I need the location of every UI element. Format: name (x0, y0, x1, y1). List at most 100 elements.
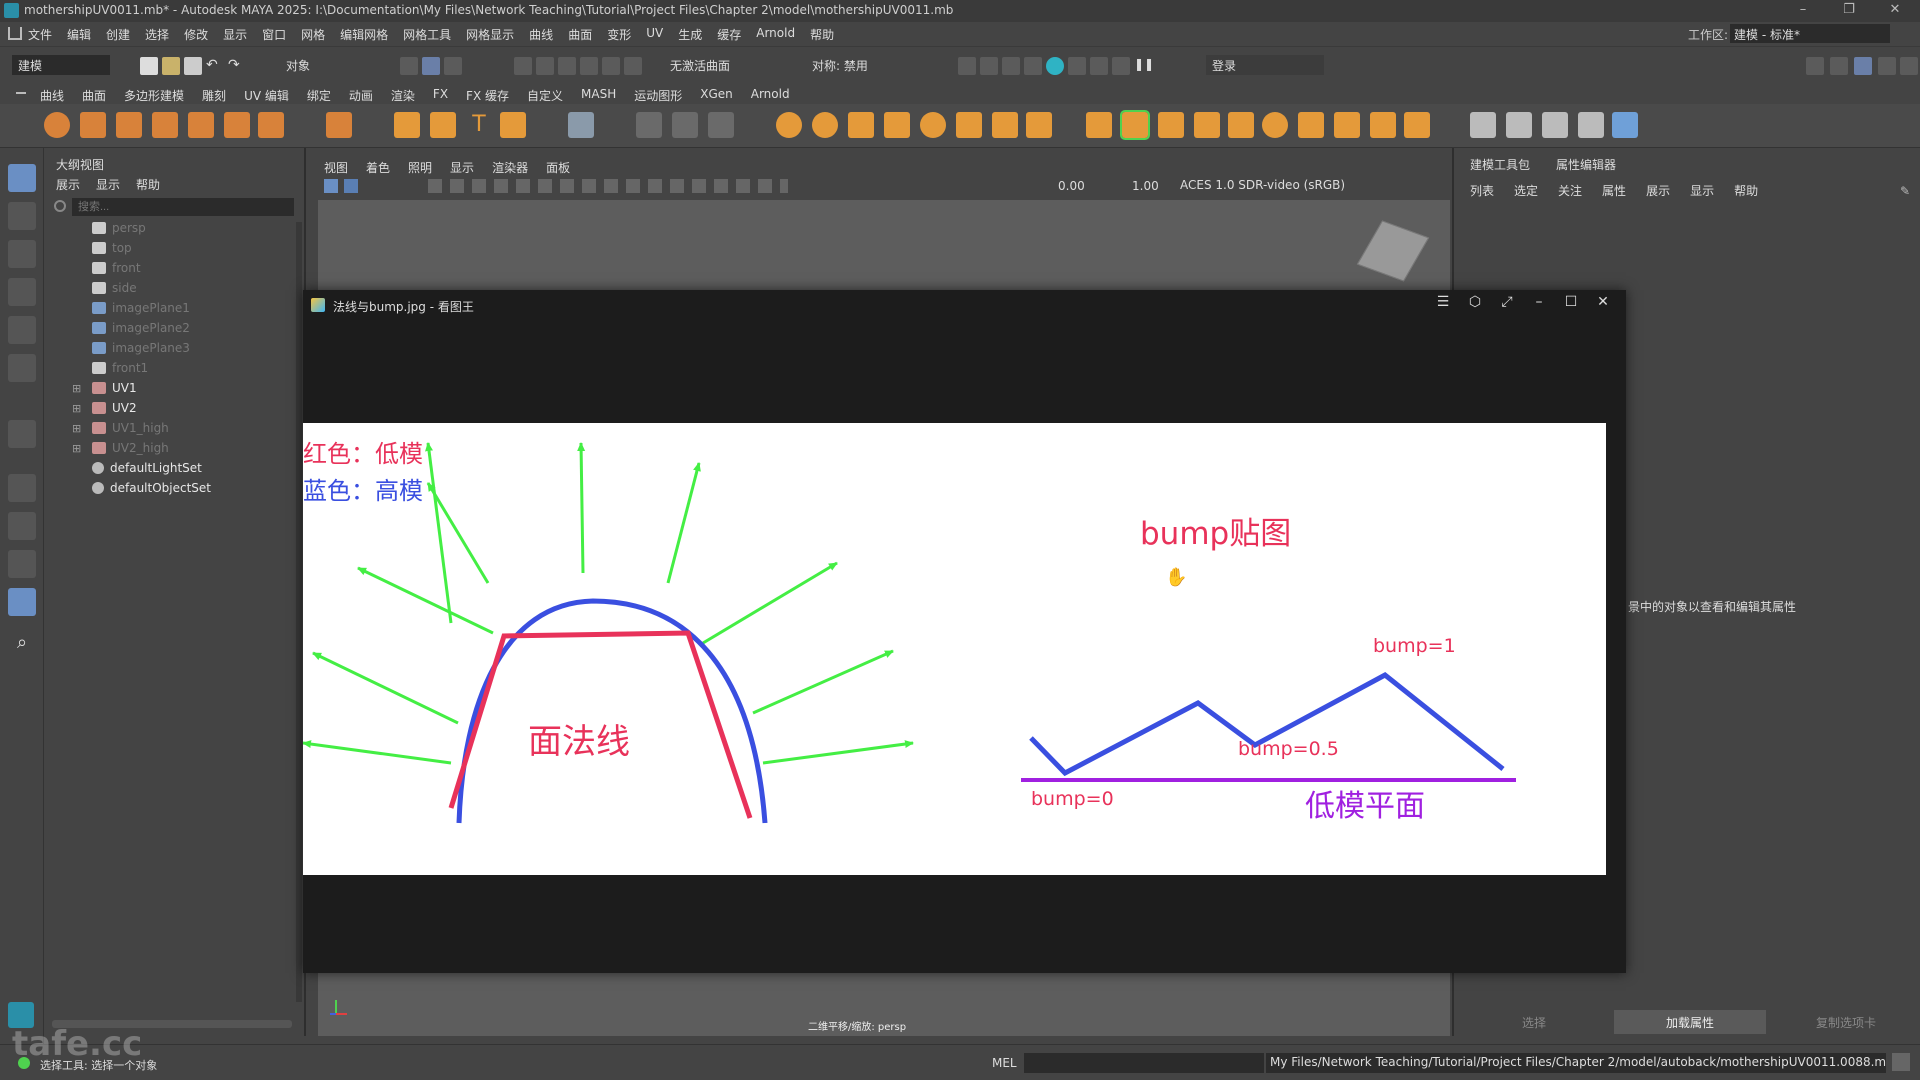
expand-icon[interactable]: ⊞ (72, 422, 84, 435)
outliner-item[interactable]: ⊞ UV2 (44, 398, 294, 418)
outliner-menu-item-2[interactable]: 帮助 (136, 176, 160, 193)
expand-icon[interactable]: ⊞ (72, 382, 84, 395)
tool-settings-icon[interactable] (1878, 57, 1896, 75)
target-weld-icon[interactable] (1262, 112, 1288, 138)
outliner-item[interactable]: ⊞ UV2_high (44, 438, 294, 458)
outliner-item[interactable]: front1 (44, 358, 294, 378)
uv-planar-icon[interactable] (1506, 112, 1532, 138)
scale-tool-icon[interactable] (8, 354, 36, 382)
arnold-render-icon[interactable] (1068, 57, 1086, 75)
camera-select-icon[interactable] (324, 179, 338, 193)
menu-item-9[interactable]: 网格工具 (403, 26, 451, 43)
menu-item-17[interactable]: Arnold (756, 26, 795, 43)
menu-item-2[interactable]: 创建 (106, 26, 130, 43)
snap-vertex-icon[interactable] (624, 57, 642, 75)
viewer-maximize-button[interactable]: ☐ (1558, 294, 1584, 316)
last-tool-icon[interactable] (8, 420, 36, 448)
move-tool-icon[interactable] (8, 278, 36, 306)
outliner-menu-item-1[interactable]: 显示 (96, 176, 120, 193)
outliner-item[interactable]: top (44, 238, 294, 258)
shelf-tab-6[interactable]: 动画 (349, 87, 373, 104)
snap-view-icon[interactable] (580, 57, 598, 75)
menu-item-16[interactable]: 缓存 (717, 26, 741, 43)
render-current-icon[interactable] (980, 57, 998, 75)
attribute-panel-tab-1[interactable]: 属性编辑器 (1556, 156, 1616, 173)
copy-tab-button[interactable]: 复制选项卡 (1770, 1010, 1920, 1034)
ipr-render-icon[interactable] (1002, 57, 1020, 75)
view-cube-icon[interactable] (1356, 220, 1430, 282)
menu-item-10[interactable]: 网格显示 (466, 26, 514, 43)
attribute-panel-menu-item-6[interactable]: 帮助 (1734, 182, 1758, 199)
measure-icon[interactable] (636, 112, 662, 138)
render-view-icon[interactable] (958, 57, 976, 75)
viewer-fullscreen-icon[interactable]: ⤢ (1494, 294, 1520, 316)
load-attributes-button[interactable]: 加载属性 (1614, 1010, 1766, 1034)
extrude-icon[interactable] (1086, 112, 1112, 138)
shelf-tab-11[interactable]: MASH (581, 87, 616, 104)
poly-sphere-icon[interactable] (44, 112, 70, 138)
mel-label[interactable]: MEL (992, 1056, 1017, 1070)
shelf-tab-12[interactable]: 运动图形 (634, 87, 682, 104)
outliner-search-input[interactable] (72, 198, 294, 216)
outliner-item[interactable]: ⊞ UV1 (44, 378, 294, 398)
live-surface-field[interactable]: 无激活曲面 (664, 55, 774, 75)
platonic-solid-icon[interactable] (326, 112, 352, 138)
shelf-tab-2[interactable]: 多边形建模 (124, 87, 184, 104)
shelf-tab-3[interactable]: 雕刻 (202, 87, 226, 104)
attribute-panel-menu-item-5[interactable]: 显示 (1690, 182, 1714, 199)
shelf-tab-1[interactable]: 曲面 (82, 87, 106, 104)
outliner-scrollbar[interactable] (296, 222, 302, 1002)
poly-plane-icon[interactable] (224, 112, 250, 138)
snap-curve-icon[interactable] (536, 57, 554, 75)
menu-item-8[interactable]: 编辑网格 (340, 26, 388, 43)
restore-button[interactable]: ❐ (1834, 2, 1864, 20)
quad-draw-icon[interactable] (1334, 112, 1360, 138)
menu-item-13[interactable]: 变形 (607, 26, 631, 43)
type-tool-icon[interactable]: T (466, 112, 492, 138)
render-settings-icon[interactable] (1024, 57, 1042, 75)
menu-item-18[interactable]: 帮助 (810, 26, 834, 43)
login-button[interactable]: 登录 (1206, 55, 1324, 75)
smooth-icon[interactable] (848, 112, 874, 138)
mash-network-icon[interactable] (568, 112, 594, 138)
pin-icon[interactable]: ✎ (1900, 184, 1910, 198)
save-scene-icon[interactable] (184, 57, 202, 75)
freeze-transform-icon[interactable] (708, 112, 734, 138)
svg-tool-icon[interactable] (500, 112, 526, 138)
outliner-item[interactable]: imagePlane2 (44, 318, 294, 338)
shelf-tab-9[interactable]: FX 缓存 (466, 87, 509, 104)
colorspace-select[interactable]: ACES 1.0 SDR-video (sRGB) (1176, 177, 1408, 195)
menu-item-1[interactable]: 编辑 (67, 26, 91, 43)
menu-item-14[interactable]: UV (646, 26, 663, 43)
undo-icon[interactable]: ↶ (206, 57, 224, 75)
displayed-image[interactable]: 红色：低模 蓝色：高模 面法线 bump贴图 bump=1 bump=0.5 b… (302, 423, 1606, 875)
super-shape-icon[interactable] (394, 112, 420, 138)
outliner-item[interactable]: imagePlane3 (44, 338, 294, 358)
poly-cylinder-icon[interactable] (116, 112, 142, 138)
mel-command-input[interactable] (1024, 1053, 1264, 1073)
shelf-tab-7[interactable]: 渲染 (391, 87, 415, 104)
boolean-icon[interactable] (884, 112, 910, 138)
menu-item-4[interactable]: 修改 (184, 26, 208, 43)
menu-item-15[interactable]: 生成 (678, 26, 702, 43)
rotate-tool-icon[interactable] (8, 316, 36, 344)
four-view-icon[interactable] (8, 512, 36, 540)
expand-icon[interactable]: ⊞ (72, 442, 84, 455)
search-icon[interactable]: ⌕ (8, 632, 36, 660)
render-sequence-icon[interactable] (1112, 57, 1130, 75)
viewport-menu-item-0[interactable]: 视图 (324, 159, 348, 176)
script-editor-icon[interactable] (1892, 1053, 1910, 1071)
uv-cut-icon[interactable] (1542, 112, 1568, 138)
outliner-item[interactable]: imagePlane1 (44, 298, 294, 318)
select-component-icon[interactable] (444, 57, 462, 75)
shelf-tab-5[interactable]: 绑定 (307, 87, 331, 104)
duplicate-face-icon[interactable] (992, 112, 1018, 138)
snap-grid-icon[interactable] (514, 57, 532, 75)
menu-item-3[interactable]: 选择 (145, 26, 169, 43)
pause-icon[interactable]: ❚❚ (1134, 57, 1154, 75)
mode-select[interactable]: 建模 (12, 55, 110, 75)
outliner-item[interactable]: defaultLightSet (44, 458, 294, 478)
shelf-menu-icon[interactable] (16, 92, 26, 94)
shelf-tab-10[interactable]: 自定义 (527, 87, 563, 104)
open-scene-icon[interactable] (162, 57, 180, 75)
